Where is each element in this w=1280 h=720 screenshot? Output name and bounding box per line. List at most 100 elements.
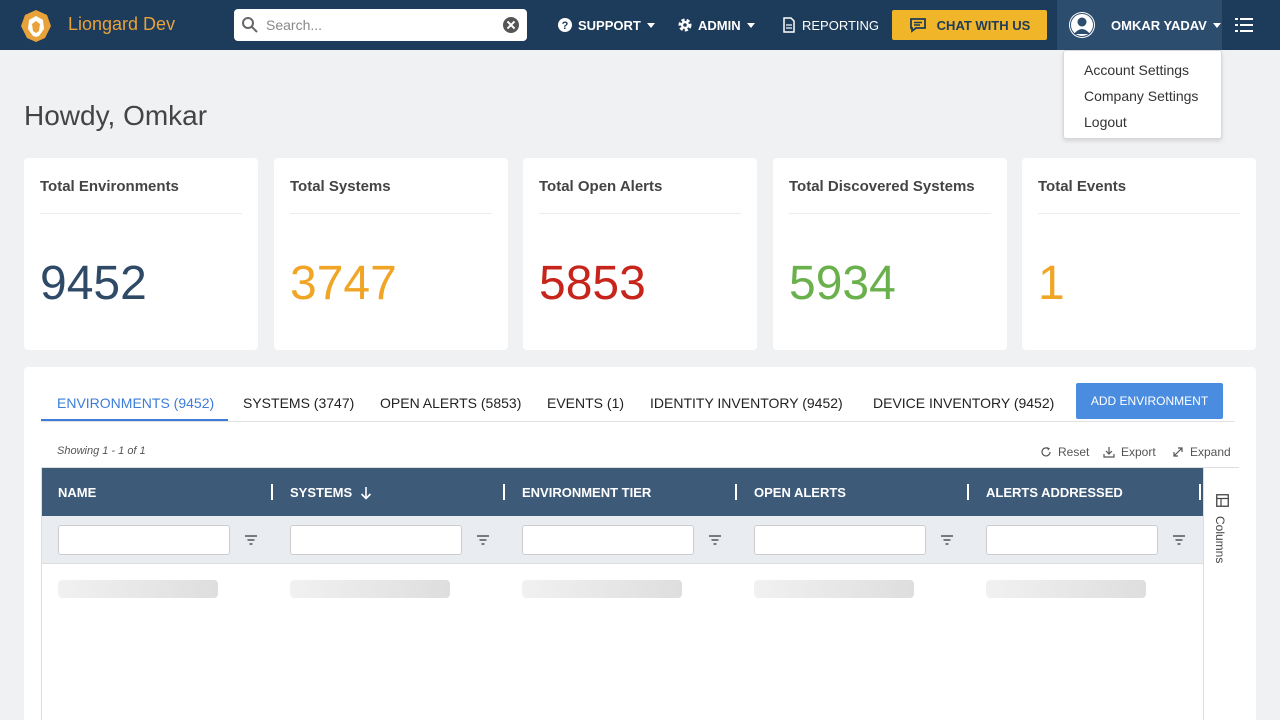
filter-row — [42, 516, 1203, 564]
stat-card-systems[interactable]: Total Systems 3747 — [274, 158, 508, 350]
chevron-down-icon — [746, 22, 755, 28]
divider — [290, 213, 492, 214]
list-menu-icon[interactable] — [1234, 15, 1254, 35]
stat-card-environments[interactable]: Total Environments 9452 — [24, 158, 258, 350]
stat-card-open-alerts[interactable]: Total Open Alerts 5853 — [523, 158, 757, 350]
chat-label: CHAT WITH US — [936, 17, 1031, 33]
column-label: NAME — [58, 485, 97, 500]
stat-value: 5934 — [789, 257, 896, 310]
loading-placeholder — [754, 580, 914, 598]
column-header-name[interactable]: NAME — [58, 485, 96, 500]
tab-device-inventory[interactable]: DEVICE INVENTORY (9452) — [873, 395, 1054, 411]
download-icon — [1103, 447, 1115, 458]
column-resize-handle[interactable] — [735, 484, 737, 500]
divider — [539, 213, 741, 214]
menu-item-account-settings[interactable]: Account Settings — [1084, 62, 1189, 78]
reset-label: Reset — [1058, 445, 1090, 459]
reporting-link[interactable]: REPORTING — [781, 0, 879, 50]
support-label: SUPPORT — [578, 17, 641, 33]
tab-events[interactable]: EVENTS (1) — [547, 395, 624, 411]
column-label: OPEN ALERTS — [754, 485, 846, 500]
divider — [1038, 213, 1240, 214]
app-name[interactable]: Liongard Dev — [68, 14, 175, 35]
column-label: ALERTS ADDRESSED — [986, 485, 1123, 500]
user-menu[interactable]: OMKAR YADAV — [1057, 0, 1222, 50]
stat-title: Total Environments — [40, 178, 179, 195]
column-label: SYSTEMS — [290, 485, 353, 500]
tab-identity-inventory[interactable]: IDENTITY INVENTORY (9452) — [650, 395, 843, 411]
loading-placeholder — [522, 580, 682, 598]
columns-side-panel-toggle[interactable]: Columns — [1203, 468, 1239, 720]
environments-table: NAME SYSTEMS ENVIRONMENT TIER OPEN ALERT… — [41, 467, 1239, 720]
stat-title: Total Systems — [290, 178, 391, 195]
search-input[interactable] — [266, 15, 496, 35]
stat-value: 3747 — [290, 257, 397, 310]
column-resize-handle[interactable] — [503, 484, 505, 500]
loading-placeholder — [290, 580, 450, 598]
divider — [40, 213, 242, 214]
stat-title: Total Events — [1038, 178, 1127, 195]
environment-tier-filter-input[interactable] — [522, 525, 694, 555]
loading-placeholder — [986, 580, 1146, 598]
expand-label: Expand — [1190, 445, 1231, 459]
column-header-alerts-addressed[interactable]: ALERTS ADDRESSED — [986, 485, 1123, 500]
filter-icon[interactable] — [1172, 534, 1186, 546]
lion-logo-icon[interactable] — [20, 9, 52, 43]
column-label: ENVIRONMENT TIER — [522, 485, 652, 500]
add-environment-button[interactable]: ADD ENVIRONMENT — [1076, 383, 1223, 419]
admin-menu[interactable]: ADMIN — [677, 0, 755, 50]
column-header-systems[interactable]: SYSTEMS — [290, 485, 372, 500]
alerts-addressed-filter-input[interactable] — [986, 525, 1158, 555]
filter-icon[interactable] — [476, 534, 490, 546]
column-header-open-alerts[interactable]: OPEN ALERTS — [754, 485, 846, 500]
active-tab-indicator — [41, 419, 228, 421]
sort-down-arrow-icon — [361, 486, 372, 500]
tab-environments[interactable]: ENVIRONMENTS (9452) — [57, 395, 214, 411]
search-icon — [242, 17, 258, 33]
stat-value: 5853 — [539, 257, 646, 310]
row-count-text: Showing 1 - 1 of 1 — [57, 445, 146, 457]
menu-item-company-settings[interactable]: Company Settings — [1084, 88, 1198, 104]
tabs-divider — [41, 421, 1235, 422]
gear-icon — [678, 18, 692, 32]
loading-placeholder — [58, 580, 218, 598]
column-resize-handle[interactable] — [1199, 484, 1201, 500]
help-circle-icon: ? — [558, 18, 572, 32]
export-button[interactable]: Export — [1103, 445, 1156, 459]
column-header-environment-tier[interactable]: ENVIRONMENT TIER — [522, 485, 651, 500]
stat-value: 1 — [1038, 257, 1065, 310]
systems-filter-input[interactable] — [290, 525, 462, 555]
stat-card-discovered-systems[interactable]: Total Discovered Systems 5934 — [773, 158, 1007, 350]
reset-button[interactable]: Reset — [1040, 445, 1089, 459]
tab-open-alerts[interactable]: OPEN ALERTS (5853) — [380, 395, 521, 411]
support-menu[interactable]: ? SUPPORT — [557, 0, 655, 50]
chat-with-us-button[interactable]: CHAT WITH US — [892, 10, 1047, 40]
open-alerts-filter-input[interactable] — [754, 525, 926, 555]
filter-icon[interactable] — [940, 534, 954, 546]
search-box[interactable] — [234, 9, 527, 41]
chevron-down-icon — [646, 22, 655, 28]
filter-icon[interactable] — [708, 534, 722, 546]
filter-icon[interactable] — [244, 534, 258, 546]
reporting-label: REPORTING — [802, 17, 880, 33]
chat-bubble-icon — [909, 18, 926, 33]
name-filter-input[interactable] — [58, 525, 230, 555]
expand-icon — [1173, 447, 1183, 457]
columns-label: Columns — [1213, 516, 1227, 564]
admin-label: ADMIN — [698, 17, 741, 33]
column-resize-handle[interactable] — [271, 484, 273, 500]
table-header: NAME SYSTEMS ENVIRONMENT TIER OPEN ALERT… — [42, 468, 1203, 516]
top-navbar: Liongard Dev ? SUPPORT ADMIN REPOR — [0, 0, 1280, 50]
divider — [789, 213, 991, 214]
expand-button[interactable]: Expand — [1172, 445, 1231, 459]
stat-value: 9452 — [40, 257, 147, 310]
clear-search-icon[interactable] — [503, 17, 519, 33]
tab-systems[interactable]: SYSTEMS (3747) — [243, 395, 354, 411]
user-avatar-icon — [1069, 12, 1095, 38]
column-resize-handle[interactable] — [967, 484, 969, 500]
user-name: OMKAR YADAV — [1111, 17, 1207, 33]
stat-card-events[interactable]: Total Events 1 — [1022, 158, 1256, 350]
stat-title: Total Discovered Systems — [789, 178, 975, 195]
menu-item-logout[interactable]: Logout — [1084, 114, 1127, 130]
svg-text:?: ? — [562, 20, 569, 32]
